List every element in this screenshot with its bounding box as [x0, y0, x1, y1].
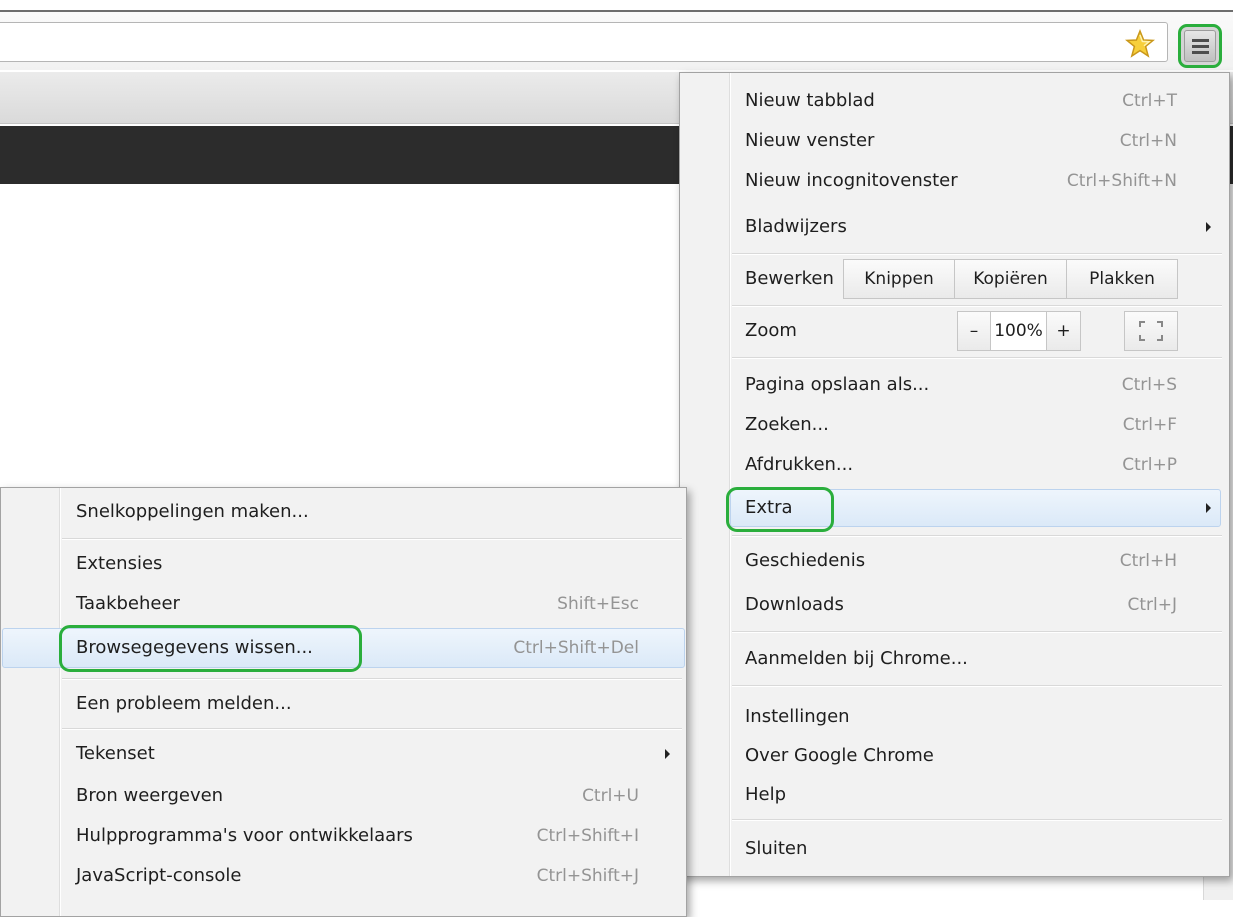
menu-item-javascript-console[interactable]: JavaScript-console — [76, 858, 242, 894]
edit-label: Bewerken — [745, 268, 834, 289]
submenu-arrow-icon — [1206, 222, 1211, 232]
menu-item-quit[interactable]: Sluiten — [745, 831, 807, 867]
submenu-arrow-icon — [1206, 503, 1211, 513]
submenu-arrow-icon — [665, 749, 670, 759]
zoom-label: Zoom — [745, 320, 797, 341]
hamburger-menu-icon — [1184, 30, 1216, 62]
shortcut-save-page: Ctrl+S — [1121, 375, 1177, 395]
shortcut-view-source: Ctrl+U — [582, 786, 639, 806]
menu-item-create-shortcuts[interactable]: Snelkoppelingen maken... — [76, 494, 309, 530]
zoom-in-button[interactable]: + — [1046, 311, 1081, 351]
menu-item-help[interactable]: Help — [745, 777, 786, 813]
clear-data-highlight-ring — [59, 625, 362, 672]
menu-item-extensions[interactable]: Extensies — [76, 546, 162, 582]
menu-gutter — [59, 488, 61, 916]
menu-separator — [732, 305, 1222, 307]
menu-item-about-chrome[interactable]: Over Google Chrome — [745, 738, 934, 774]
shortcut-print: Ctrl+P — [1122, 455, 1177, 475]
menu-item-developer-tools[interactable]: Hulpprogramma's voor ontwikkelaars — [76, 818, 413, 854]
shortcut-task-manager: Shift+Esc — [557, 594, 639, 614]
menu-separator — [732, 535, 1222, 537]
menu-gutter — [729, 73, 731, 876]
shortcut-downloads: Ctrl+J — [1127, 595, 1177, 615]
shortcut-new-window: Ctrl+N — [1119, 131, 1177, 151]
shortcut-javascript-console: Ctrl+Shift+J — [536, 866, 639, 886]
extra-highlight-ring — [726, 487, 834, 532]
shortcut-history: Ctrl+H — [1119, 551, 1177, 571]
menu-item-report-issue[interactable]: Een probleem melden... — [76, 686, 292, 722]
shortcut-new-incognito: Ctrl+Shift+N — [1066, 171, 1177, 191]
menu-item-downloads[interactable]: Downloads — [745, 587, 844, 623]
menu-separator — [732, 685, 1222, 687]
edit-button-group: Knippen Kopiëren Plakken — [843, 259, 1178, 299]
zoom-level: 100% — [990, 311, 1047, 351]
menu-item-bookmarks[interactable]: Bladwijzers — [745, 209, 847, 245]
copy-button[interactable]: Kopiëren — [954, 259, 1067, 299]
menu-separator — [732, 253, 1222, 255]
menu-item-task-manager[interactable]: Taakbeheer — [76, 586, 180, 622]
paste-button[interactable]: Plakken — [1066, 259, 1178, 299]
extra-submenu: Snelkoppelingen maken... Extensies Taakb… — [0, 487, 687, 917]
shortcut-clear-browsing-data: Ctrl+Shift+Del — [513, 638, 639, 658]
menu-item-encoding[interactable]: Tekenset — [76, 736, 155, 772]
fullscreen-button[interactable] — [1124, 311, 1178, 351]
shortcut-new-tab: Ctrl+T — [1122, 91, 1177, 111]
menu-item-new-window[interactable]: Nieuw venster — [745, 123, 874, 159]
shortcut-find: Ctrl+F — [1122, 415, 1177, 435]
menu-item-find[interactable]: Zoeken... — [745, 407, 829, 443]
menu-item-print[interactable]: Afdrukken... — [745, 447, 853, 483]
menu-separator — [732, 357, 1222, 359]
menu-item-settings[interactable]: Instellingen — [745, 699, 850, 735]
menu-item-view-source[interactable]: Bron weergeven — [76, 778, 223, 814]
menu-separator — [62, 678, 682, 680]
star-icon[interactable] — [1125, 29, 1155, 59]
fullscreen-icon — [1139, 321, 1163, 341]
cut-button[interactable]: Knippen — [843, 259, 955, 299]
menu-separator — [732, 819, 1222, 821]
menu-separator — [732, 631, 1222, 633]
menu-item-history[interactable]: Geschiedenis — [745, 543, 865, 579]
zoom-controls: – 100% + — [957, 311, 1081, 351]
menu-separator — [62, 728, 682, 730]
menu-separator — [62, 538, 682, 540]
menu-item-new-incognito[interactable]: Nieuw incognitovenster — [745, 163, 958, 199]
menu-item-save-page[interactable]: Pagina opslaan als... — [745, 367, 929, 403]
chrome-menu-button[interactable] — [1178, 24, 1222, 68]
zoom-out-button[interactable]: – — [957, 311, 991, 351]
menu-item-new-tab[interactable]: Nieuw tabblad — [745, 83, 875, 119]
menu-item-sign-in[interactable]: Aanmelden bij Chrome... — [745, 641, 968, 677]
shortcut-developer-tools: Ctrl+Shift+I — [536, 826, 639, 846]
chrome-main-menu: Nieuw tabblad Ctrl+T Nieuw venster Ctrl+… — [679, 72, 1230, 877]
address-bar[interactable] — [0, 22, 1168, 62]
